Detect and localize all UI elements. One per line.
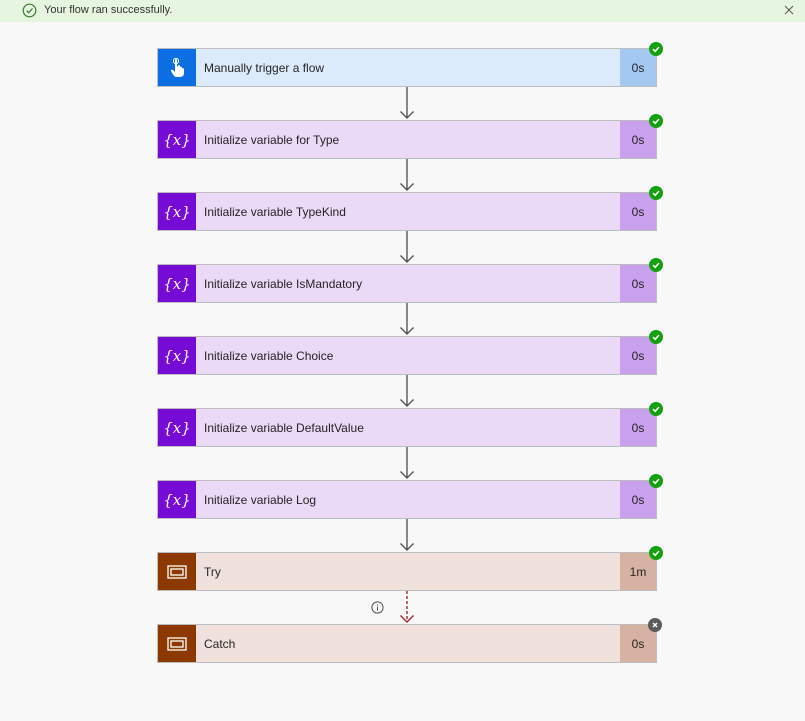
connector-arrow [400,303,414,335]
scope-icon [158,625,196,662]
success-check-icon [649,402,663,416]
action-duration: 0s [620,193,656,230]
variable-icon: {x} [158,337,196,374]
banner-message: Your flow ran successfully. [44,4,173,16]
success-check-icon [649,330,663,344]
success-check-icon [649,42,663,56]
variable-icon: {x} [158,481,196,518]
run-after-failed-arrow[interactable] [398,591,416,624]
action-title: Try [204,564,221,579]
action-duration: 1m [620,553,656,590]
variable-icon: {x} [158,265,196,302]
close-icon[interactable] [780,1,798,19]
success-check-icon [649,474,663,488]
action-duration: 0s [620,121,656,158]
success-check-icon [649,258,663,272]
success-check-icon [649,186,663,200]
action-duration: 0s [620,481,656,518]
connector-arrow [400,447,414,479]
action-duration: 0s [620,49,656,86]
connector-arrow [400,375,414,407]
action-title: Initialize variable IsMandatory [204,276,363,291]
action-title: Initialize variable Log [204,492,317,507]
variable-icon: {x} [158,121,196,158]
action-card-initialize-variable-choice[interactable]: {x} Initialize variable Choice 0s [157,336,657,375]
action-card-manually-trigger[interactable]: Manually trigger a flow 0s [157,48,657,87]
connector-arrow [400,519,414,551]
info-icon[interactable] [371,601,384,614]
variable-icon: {x} [158,193,196,230]
action-duration: 0s [620,265,656,302]
action-card-initialize-variable-log[interactable]: {x} Initialize variable Log 0s [157,480,657,519]
action-card-catch-scope[interactable]: Catch 0s [157,624,657,663]
connector-arrow [400,87,414,119]
action-title: Initialize variable for Type [204,132,340,147]
run-status-banner: Your flow ran successfully. [0,0,805,22]
success-check-icon [649,546,663,560]
action-card-initialize-variable-typekind[interactable]: {x} Initialize variable TypeKind 0s [157,192,657,231]
action-title: Catch [204,636,236,651]
check-circle-icon [22,3,37,18]
connector-arrow [400,231,414,263]
skipped-x-icon [648,618,662,632]
action-title: Initialize variable TypeKind [204,204,346,219]
action-duration: 0s [620,337,656,374]
variable-icon: {x} [158,409,196,446]
action-duration: 0s [620,409,656,446]
action-card-initialize-variable-type[interactable]: {x} Initialize variable for Type 0s [157,120,657,159]
success-check-icon [649,114,663,128]
action-card-initialize-variable-ismandatory[interactable]: {x} Initialize variable IsMandatory 0s [157,264,657,303]
action-title: Initialize variable Choice [204,348,334,363]
connector-arrow [400,159,414,191]
scope-icon [158,553,196,590]
action-card-try-scope[interactable]: Try 1m [157,552,657,591]
action-card-initialize-variable-defaultvalue[interactable]: {x} Initialize variable DefaultValue 0s [157,408,657,447]
action-title: Manually trigger a flow [204,60,325,75]
action-title: Initialize variable DefaultValue [204,420,364,435]
touch-hand-icon [158,49,196,86]
